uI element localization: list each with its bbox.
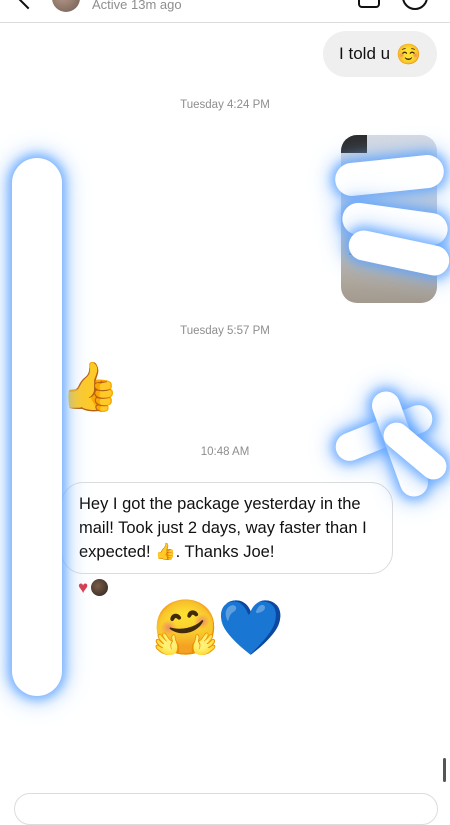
blue-heart-icon[interactable]: 💙 <box>217 601 284 655</box>
smiling-face-icon: ☺️ <box>396 43 421 66</box>
reactor-avatar <box>90 578 110 597</box>
hugging-face-icon[interactable]: 🤗 <box>152 601 219 655</box>
contact-avatar[interactable] <box>52 0 80 12</box>
video-call-icon[interactable] <box>358 0 380 8</box>
chat-header: Active 13m ago <box>0 0 450 23</box>
sent-message-bubble[interactable]: I told u ☺️ <box>323 31 437 77</box>
back-chevron-icon[interactable] <box>16 0 40 10</box>
scrollbar[interactable] <box>443 758 446 782</box>
photo-dark-corner <box>341 135 367 153</box>
timestamp: Tuesday 5:57 PM <box>180 325 270 337</box>
received-message-bubble[interactable]: Hey I got the package yesterday in the m… <box>61 482 393 574</box>
info-icon[interactable] <box>402 0 428 10</box>
thumbs-up-icon[interactable]: 👍 <box>60 364 120 412</box>
sent-message-text: I told u <box>339 44 391 63</box>
message-reactions[interactable]: ♥ <box>78 578 110 597</box>
message-composer[interactable] <box>14 793 438 825</box>
redaction-mark <box>12 158 62 696</box>
heart-reaction-icon: ♥ <box>78 578 89 597</box>
active-status: Active 13m ago <box>92 0 182 12</box>
timestamp: Tuesday 4:24 PM <box>180 99 270 111</box>
received-message-text: Hey I got the package yesterday in the m… <box>79 495 367 561</box>
